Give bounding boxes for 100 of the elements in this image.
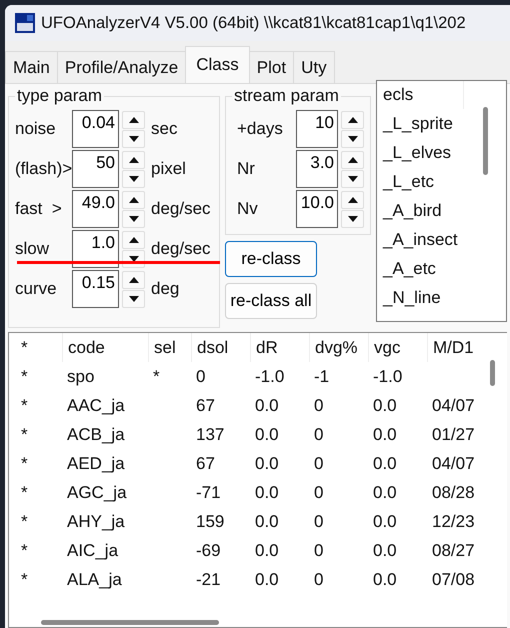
table-cell-text: 01/27 bbox=[431, 424, 476, 444]
table-cell-text: -71 bbox=[195, 482, 222, 502]
number-field[interactable]: 0.15 bbox=[72, 270, 119, 308]
number-field[interactable]: 3.0 bbox=[296, 150, 338, 188]
caret-down-icon bbox=[348, 216, 358, 222]
spin-down-button[interactable] bbox=[122, 130, 145, 148]
column-header[interactable]: dvg% bbox=[309, 333, 368, 362]
unit-label: deg/sec bbox=[151, 239, 211, 259]
table-cell-text: AGC_ja bbox=[66, 482, 128, 502]
table-cell-text: 0 bbox=[195, 366, 206, 386]
list-item[interactable]: _L_etc bbox=[377, 167, 464, 196]
number-field[interactable]: 0.04 bbox=[72, 110, 119, 148]
field-label: slow bbox=[15, 239, 50, 259]
table-cell-text: 04/07 bbox=[431, 396, 476, 416]
table-cell-text: * bbox=[20, 424, 29, 444]
unit-label: deg/sec bbox=[151, 199, 211, 219]
table-cell-text: * bbox=[20, 366, 29, 386]
table-cell-text: ALA_ja bbox=[66, 570, 123, 590]
caret-down-icon bbox=[128, 296, 138, 302]
table-cell-text: 67 bbox=[195, 396, 216, 416]
table-cell-text: 159 bbox=[195, 512, 226, 532]
field-label: Nr bbox=[236, 159, 256, 179]
list-item[interactable]: _A_etc bbox=[377, 254, 464, 283]
tab[interactable]: Uty bbox=[293, 51, 335, 83]
table-cell-text: AIC_ja bbox=[66, 540, 120, 560]
table-cell-text: 0 bbox=[313, 396, 324, 416]
spin-up-button[interactable] bbox=[341, 150, 364, 168]
caret-up-icon bbox=[348, 196, 358, 202]
number-field[interactable]: 10.0 bbox=[296, 190, 338, 228]
caret-up-icon bbox=[128, 156, 138, 162]
scrollbar-thumb[interactable] bbox=[482, 107, 488, 175]
list-item[interactable]: _L_elves bbox=[377, 138, 464, 167]
window-title: UFOAnalyzerV4 V5.00 (64bit) \\kcat81\kcat81cap1\q1\202 bbox=[41, 14, 466, 32]
table-cell-text: 0.0 bbox=[372, 396, 398, 416]
table-cell-text: ACB_ja bbox=[66, 424, 126, 444]
table-cell-text: 0.0 bbox=[254, 540, 280, 560]
number-field[interactable]: 50 bbox=[72, 150, 119, 188]
table-cell-text: 0 bbox=[313, 540, 324, 560]
table-cell-text: * bbox=[20, 512, 29, 532]
spin-down-button[interactable] bbox=[122, 210, 145, 228]
column-header[interactable]: M/D1 bbox=[427, 333, 487, 362]
table-cell-text: 0.0 bbox=[372, 512, 398, 532]
spin-up-button[interactable] bbox=[122, 230, 145, 248]
group-title: stream param bbox=[233, 86, 340, 106]
caret-down-icon bbox=[128, 216, 138, 222]
table-cell-text: * bbox=[20, 540, 29, 560]
list-item[interactable]: _L_sprite bbox=[377, 109, 464, 138]
field-label: +days bbox=[236, 119, 284, 139]
table-cell-text: AED_ja bbox=[66, 454, 126, 474]
tab[interactable]: Main bbox=[5, 51, 58, 83]
table-cell-text: 08/27 bbox=[431, 540, 476, 560]
table-cell-text: 0.0 bbox=[254, 454, 280, 474]
action-button[interactable]: re-class all bbox=[225, 283, 317, 319]
spin-up-button[interactable] bbox=[341, 190, 364, 208]
field-label: (flash)> bbox=[15, 159, 72, 179]
column-header[interactable]: dR bbox=[250, 333, 309, 362]
column-header[interactable]: code bbox=[62, 333, 148, 362]
table-cell-text: 0 bbox=[313, 454, 324, 474]
spin-down-button[interactable] bbox=[341, 170, 364, 188]
field-label: curve bbox=[15, 279, 58, 299]
spin-down-button[interactable] bbox=[122, 290, 145, 308]
group-title: type param bbox=[16, 86, 104, 106]
spin-up-button[interactable] bbox=[122, 190, 145, 208]
field-label: noise bbox=[15, 119, 57, 139]
tab[interactable]: Class bbox=[185, 46, 250, 83]
list-item[interactable]: _N_line bbox=[377, 283, 464, 312]
spin-up-button[interactable] bbox=[122, 270, 145, 288]
list-item[interactable]: _A_insect bbox=[377, 225, 464, 254]
list-header: ecls bbox=[377, 81, 464, 109]
spin-down-button[interactable] bbox=[341, 130, 364, 148]
column-header[interactable]: * bbox=[16, 338, 62, 358]
table-cell-text: * bbox=[20, 570, 29, 590]
number-field[interactable]: 49.0 bbox=[72, 190, 119, 228]
column-header[interactable]: sel bbox=[148, 333, 191, 362]
table-cell-text: 0 bbox=[313, 512, 324, 532]
unit-label: deg bbox=[151, 279, 180, 299]
scrollbar-thumb[interactable] bbox=[490, 360, 495, 386]
spin-down-button[interactable] bbox=[122, 170, 145, 188]
action-button[interactable]: re-class bbox=[225, 241, 317, 277]
table-cell-text: -21 bbox=[195, 570, 222, 590]
number-field[interactable]: 1.0 bbox=[72, 230, 119, 268]
table-cell-text: * bbox=[20, 454, 29, 474]
list-item[interactable]: _A_bird bbox=[377, 196, 464, 225]
field-label: Nv bbox=[236, 199, 259, 219]
spin-up-button[interactable] bbox=[122, 150, 145, 168]
caret-up-icon bbox=[128, 196, 138, 202]
table-cell-text: 0.0 bbox=[254, 570, 280, 590]
spin-up-button[interactable] bbox=[122, 110, 145, 128]
table-cell-text: 12/23 bbox=[431, 512, 476, 532]
table-cell-text: 0.0 bbox=[254, 512, 280, 532]
spin-down-button[interactable] bbox=[341, 210, 364, 228]
field-label: fast > bbox=[15, 199, 63, 219]
number-field[interactable]: 10 bbox=[296, 110, 338, 148]
table-cell-text: 0 bbox=[313, 570, 324, 590]
spin-up-button[interactable] bbox=[341, 110, 364, 128]
column-header[interactable]: dsol bbox=[191, 333, 250, 362]
scrollbar-thumb[interactable] bbox=[41, 620, 219, 625]
table-cell-text: 0.0 bbox=[372, 424, 398, 444]
app-logo-icon bbox=[15, 13, 35, 33]
column-header[interactable]: vgc bbox=[368, 333, 427, 362]
